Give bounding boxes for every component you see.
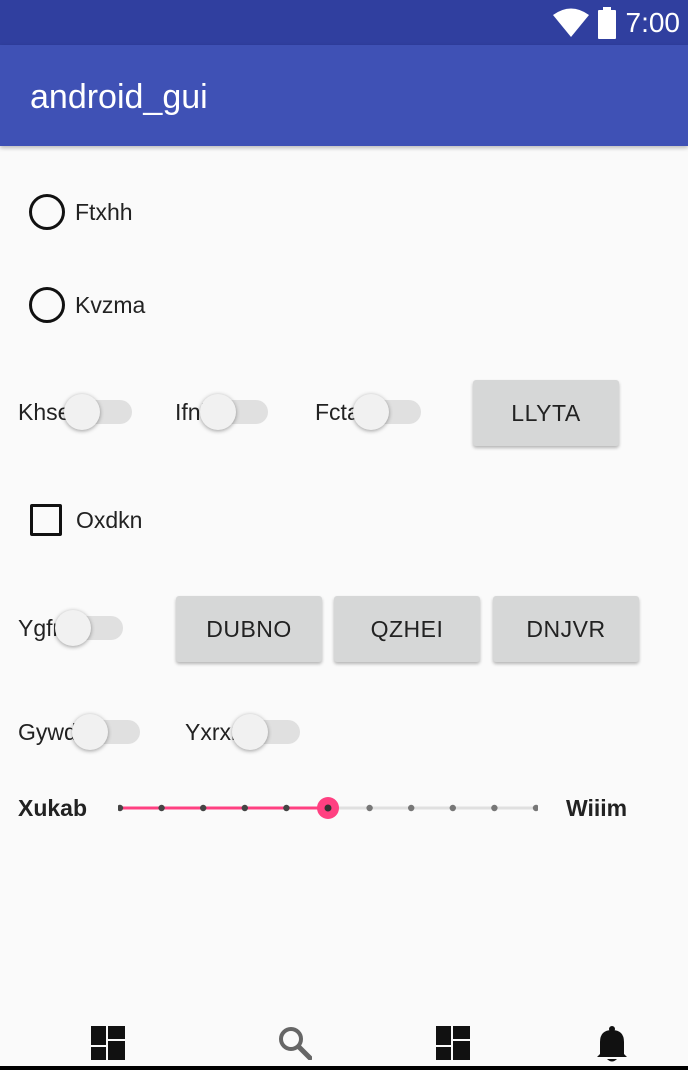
checkbox-label: Oxdkn [76,507,143,533]
seekbar-tick [408,804,415,812]
switch-track[interactable] [54,610,123,646]
nav-bottom-edge [0,1066,688,1070]
dnjvr-button[interactable]: DNJVR [493,596,639,662]
seekbar-tick [366,804,373,812]
radio-ftxhh[interactable]: Ftxhh [29,192,133,232]
notifications-icon [597,1026,627,1062]
switch-thumb[interactable] [71,714,108,750]
seekbar-max-label: Wiiim [566,795,628,821]
nav-dashboard-2[interactable] [433,1026,473,1066]
switch-fctav[interactable]: Fctav [315,390,422,434]
switch-thumb[interactable] [353,394,390,430]
switch-track[interactable] [353,394,422,430]
switch-track[interactable] [71,714,140,750]
status-bar: 7:00 [0,0,688,45]
radio-circle[interactable] [29,287,65,323]
switch-track[interactable] [63,394,132,430]
switch-gywdp[interactable]: Gywdp [18,710,140,754]
radio-label: Kvzma [75,292,146,318]
search-icon [279,1027,312,1060]
seekbar-thumb-dot [324,804,332,812]
bottom-navigation [0,1018,688,1070]
switch-thumb[interactable] [54,610,91,646]
seekbar-tick [241,804,248,812]
seekbar-tick [491,804,498,812]
status-time: 7:00 [625,7,681,38]
switch-track[interactable] [200,394,269,430]
checkbox-box[interactable] [30,504,62,536]
seekbar-tick [449,804,456,812]
seekbar-tick [200,804,207,812]
switch-khsez[interactable]: Khsez [18,390,132,434]
dashboard-icon [436,1026,470,1060]
qzhei-button[interactable]: QZHEI [334,596,480,662]
app-bar: android_gui [0,45,688,146]
nav-notifications[interactable] [592,1026,632,1066]
wifi-icon [553,8,589,37]
seekbar-tick [283,804,290,812]
radio-circle[interactable] [29,194,65,230]
battery-icon [598,7,616,39]
nav-search[interactable] [275,1026,315,1066]
switch-thumb[interactable] [63,394,100,430]
switch-track[interactable] [232,714,301,750]
seekbar[interactable] [118,790,538,826]
switch-yxrxm[interactable]: Yxrxm [185,710,301,754]
seekbar-tick [532,804,538,812]
llyta-button[interactable]: LLYTA [473,380,619,446]
radio-label: Ftxhh [75,199,133,225]
switch-ifnbi[interactable]: Ifnbi [175,390,269,434]
dubno-button[interactable]: DUBNO [176,596,322,662]
seekbar-min-label: Xukab [18,795,88,821]
switch-ygfrq[interactable]: Ygfrq [18,606,123,650]
seekbar-tick [118,804,124,812]
nav-dashboard[interactable] [88,1026,128,1066]
radio-kvzma[interactable]: Kvzma [29,285,145,325]
app-title: android_gui [30,78,208,116]
dashboard-icon [91,1026,125,1060]
switch-thumb[interactable] [232,714,269,750]
switch-thumb[interactable] [200,394,237,430]
seekbar-tick [158,804,165,812]
checkbox-oxdkn[interactable]: Oxdkn [30,500,142,540]
